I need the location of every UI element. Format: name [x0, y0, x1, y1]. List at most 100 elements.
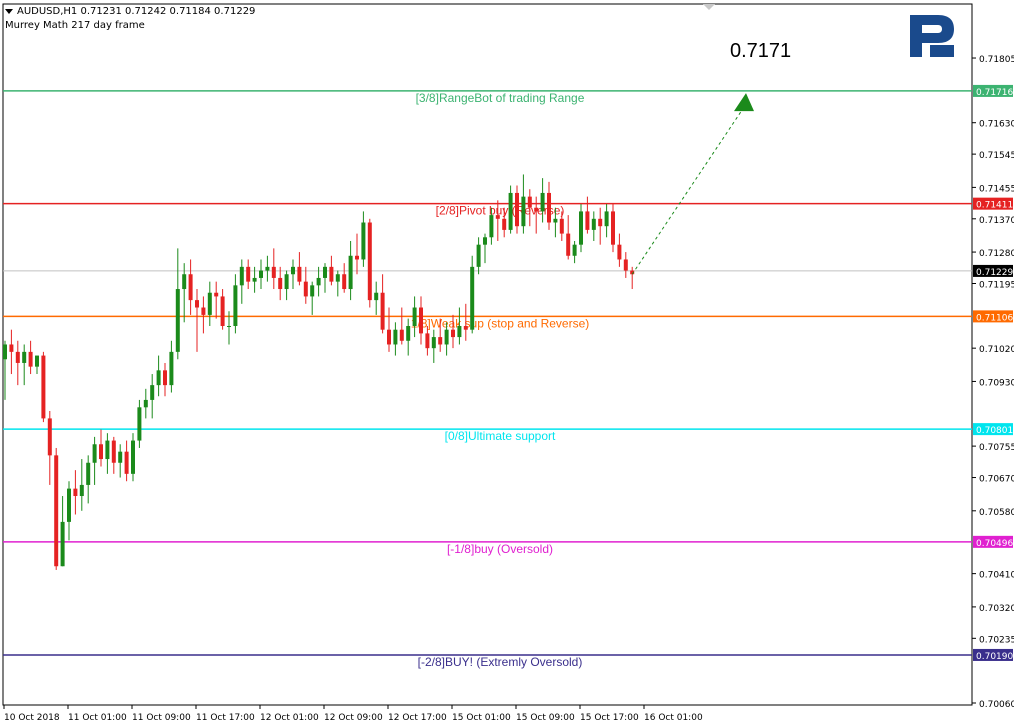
candle-body — [604, 211, 609, 227]
candle-body — [412, 307, 417, 326]
y-tick-label: 0.70580 — [979, 508, 1014, 518]
symbol-header: AUDUSD,H1 0.71231 0.71242 0.71184 0.7122… — [5, 6, 255, 17]
candle-body — [534, 207, 539, 212]
candle — [124, 440, 129, 482]
candles — [3, 174, 635, 570]
candle — [79, 459, 84, 511]
candle-body — [495, 215, 500, 219]
candle-body — [195, 300, 199, 308]
level-price-tag-text: 0.71106 — [976, 313, 1013, 323]
x-tick-label: 12 Oct 09:00 — [324, 713, 383, 722]
candle-body — [425, 333, 430, 349]
candle-body — [463, 325, 468, 330]
chart-shift-icon[interactable] — [703, 4, 715, 10]
symbol-quote-text: AUDUSD,H1 0.71231 0.71242 0.71184 0.7122… — [17, 6, 256, 17]
candle-body — [35, 355, 39, 367]
x-tick-label: 11 Oct 17:00 — [196, 713, 255, 722]
candle-body — [540, 192, 545, 212]
candle-body — [387, 329, 391, 345]
candle — [291, 259, 295, 290]
x-tick-label: 12 Oct 17:00 — [388, 713, 447, 722]
level-label: [0/8]Ultimate support — [445, 429, 556, 443]
x-tick-label: 15 Oct 01:00 — [452, 713, 511, 722]
candle-body — [438, 337, 443, 345]
candle-body — [547, 192, 551, 223]
y-tick-label: 0.70320 — [979, 604, 1014, 614]
candle-body — [15, 351, 20, 363]
y-tick-label: 0.71195 — [979, 280, 1014, 290]
candle-body — [380, 292, 385, 330]
candle-body — [585, 211, 590, 230]
candle-body — [489, 215, 494, 238]
candle — [15, 340, 20, 386]
candle — [579, 204, 583, 253]
candle-body — [79, 484, 84, 497]
candle-body — [591, 218, 596, 230]
candle-body — [374, 292, 379, 301]
candle-body — [9, 344, 14, 352]
candle — [278, 266, 283, 301]
candle — [623, 252, 628, 278]
candle — [271, 248, 276, 290]
candle-body — [508, 192, 513, 230]
candle-body — [271, 266, 276, 278]
candle — [239, 259, 244, 304]
candle-body — [444, 329, 449, 345]
candle — [406, 318, 411, 356]
level-price-tag-text: 0.70190 — [976, 652, 1013, 662]
candle — [47, 411, 52, 485]
x-tick-label: 12 Oct 01:00 — [260, 713, 319, 722]
candle-body — [73, 488, 78, 497]
candle-body — [617, 244, 622, 260]
candle-body — [367, 222, 372, 301]
candle-body — [483, 237, 487, 245]
candle-body — [451, 329, 455, 338]
candle-body — [310, 285, 315, 297]
candle-body — [227, 325, 231, 327]
candle — [73, 470, 78, 515]
level-price-tag-text: 0.71716 — [976, 88, 1013, 98]
candle — [163, 362, 167, 397]
level-price-tag-text: 0.70496 — [976, 539, 1013, 549]
candle-body — [527, 196, 532, 208]
candle — [9, 329, 14, 375]
level-label: [3/8]RangeBot of trading Range — [416, 91, 585, 105]
candle-body — [252, 277, 257, 282]
candle — [207, 281, 212, 326]
candle-body — [348, 255, 353, 290]
target-price-label: 0.7171 — [730, 40, 792, 62]
candle-body — [54, 455, 59, 567]
candle-body — [3, 344, 7, 360]
candle-body — [399, 329, 404, 341]
candle-body — [233, 285, 238, 326]
candle — [22, 344, 27, 386]
candle-body — [278, 277, 283, 290]
y-tick-label: 0.70755 — [979, 443, 1014, 453]
candle — [367, 218, 372, 308]
candle-body — [515, 192, 519, 227]
candle-body — [393, 329, 398, 345]
candle-body — [431, 337, 436, 349]
candle-body — [316, 277, 321, 286]
level-price-tag-text: 0.71411 — [976, 201, 1013, 211]
candle-body — [220, 296, 225, 326]
candle — [54, 447, 59, 570]
candle-body — [41, 355, 46, 419]
candle — [310, 281, 315, 315]
y-tick-label: 0.70930 — [979, 378, 1014, 388]
candle — [617, 233, 622, 267]
candle-body — [335, 274, 340, 282]
candle-body — [297, 266, 302, 282]
candle — [342, 263, 347, 293]
candle-body — [579, 211, 583, 245]
candle — [547, 181, 551, 230]
candle-body — [86, 462, 91, 485]
y-tick-label: 0.71020 — [979, 345, 1014, 355]
dropdown-triangle-icon[interactable] — [5, 8, 13, 14]
price-chart[interactable]: 0.71805 0.71630 0.71545 0.71455 0.71370 0.712… — [0, 0, 1014, 722]
candle-body — [118, 451, 123, 463]
x-tick-label: 16 Oct 01:00 — [644, 713, 703, 722]
candle — [419, 296, 423, 345]
level-label: 1/8]Weak sup (stop and Reverse) — [411, 316, 590, 330]
candle — [521, 174, 526, 234]
